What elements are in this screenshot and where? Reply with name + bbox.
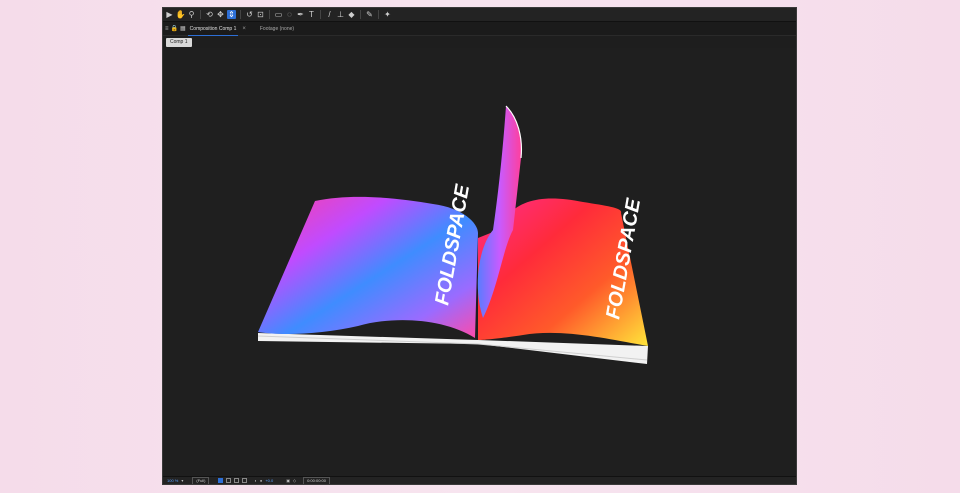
pan-camera-icon[interactable]: ✥ [216,10,225,19]
mask-visibility-icon[interactable] [234,478,240,483]
composition-viewer[interactable]: FOLDSPACE FOLDSPACE [163,48,796,478]
camera-icon[interactable]: ▣ [286,478,290,484]
toolbar-divider [269,10,270,19]
roto-brush-icon[interactable]: ✎ [365,10,374,19]
snapshot-icon[interactable]: ◐ [254,478,256,484]
toolbar-divider [360,10,361,19]
comp-breadcrumb[interactable]: Comp 1 [166,37,192,47]
selection-tool-icon[interactable]: ▶ [165,10,174,19]
toolbar-divider [200,10,201,19]
tools-toolbar: ▶ ✋ ⚲ ⟲ ✥ ⇕ ↺ ⊡ ▭ ◌ ✒ T / ⊥ ◆ ✎ ✦ [163,8,796,22]
current-time-display[interactable]: 0:00:00:00 [303,476,330,484]
toolbar-divider [378,10,379,19]
color-channel-icon[interactable]: ● [260,478,262,484]
region-of-interest-icon[interactable] [242,478,248,483]
composition-window: ▶ ✋ ⚲ ⟲ ✥ ⇕ ↺ ⊡ ▭ ◌ ✒ T / ⊥ ◆ ✎ ✦ ≡ 🔒 ▦ … [162,7,797,485]
tab-composition-label: Composition Comp 1 [189,25,237,32]
type-tool-icon[interactable]: T [307,10,316,19]
clone-stamp-icon[interactable]: ⊥ [336,10,345,19]
rotate-tool-icon[interactable]: ↺ [245,10,254,19]
mask-feather-icon[interactable]: ◌ [285,10,294,19]
tab-footage-label: Footage (none) [259,25,295,32]
orbit-camera-icon[interactable]: ⟲ [205,10,214,19]
panel-menu-icon[interactable]: ≡ [165,26,169,32]
magnification-dropdown[interactable]: 100 % [167,478,178,484]
resolution-dropdown[interactable]: (Full) [192,476,210,484]
zoom-tool-icon[interactable]: ⚲ [187,10,196,19]
brush-tool-icon[interactable]: / [325,10,334,19]
grid-toggle-icon[interactable] [218,478,224,483]
book-render: FOLDSPACE FOLDSPACE [257,105,648,364]
hand-tool-icon[interactable]: ✋ [176,10,186,19]
chevron-down-icon[interactable]: ▾ [181,478,183,484]
anchor-point-icon[interactable]: ⊡ [256,10,265,19]
tab-footage[interactable]: Footage (none) [256,22,298,36]
eraser-tool-icon[interactable]: ◆ [347,10,356,19]
toolbar-divider [240,10,241,19]
toolbar-divider [320,10,321,19]
comp-navigator-bar: Comp 1 [163,36,796,48]
panel-tab-bar: ≡ 🔒 ▦ Composition Comp 1 × Footage (none… [163,22,796,36]
exposure-value[interactable]: +0.0 [265,478,273,484]
lock-icon[interactable]: 🔒 [171,25,178,32]
dolly-camera-icon[interactable]: ⇕ [227,10,236,19]
transparency-grid-icon[interactable] [226,478,232,483]
pen-tool-icon[interactable]: ✒ [296,10,305,19]
close-icon[interactable]: × [242,26,246,32]
tab-composition[interactable]: Composition Comp 1 [186,22,241,36]
rectangle-tool-icon[interactable]: ▭ [274,10,283,19]
puppet-pin-icon[interactable]: ✦ [383,10,392,19]
show-snapshot-icon[interactable]: ◇ [293,478,296,484]
viewer-status-bar: 100 % ▾ (Full) ◐ ● +0.0 ▣ ◇ 0:00:00:00 [163,476,796,484]
